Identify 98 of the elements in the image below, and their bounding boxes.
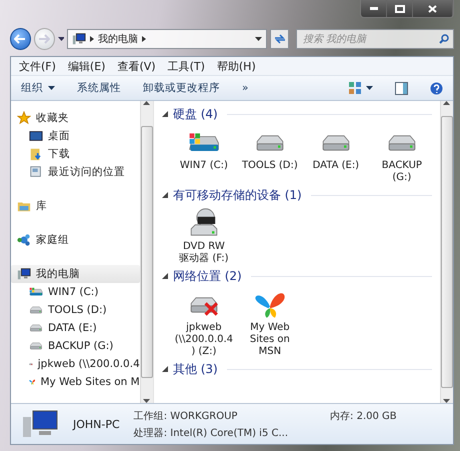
- nav-item[interactable]: 我的电脑: [11, 265, 140, 283]
- nav-item[interactable]: WIN7 (C:): [11, 283, 140, 301]
- search-icon: [438, 34, 449, 44]
- scrollbar[interactable]: [440, 101, 453, 403]
- nav-label: 我的电脑: [36, 267, 80, 281]
- maximize-icon: [394, 4, 404, 12]
- pane-icon: [395, 82, 408, 94]
- section-header[interactable]: 其他 (3): [162, 360, 432, 378]
- computer-name: JOHN-PC: [73, 418, 120, 430]
- recent-places-icon: [29, 165, 43, 179]
- view-grid-icon: [349, 82, 361, 94]
- menu-item[interactable]: 工具(T): [168, 58, 205, 74]
- toolbar-button[interactable]: 卸载或更改程序: [143, 81, 220, 95]
- nav-item[interactable]: jpkweb (\\200.0.0.4: [11, 355, 140, 373]
- section-title: 其他 (3): [172, 360, 218, 378]
- nav-item[interactable]: BACKUP (G:): [11, 337, 140, 355]
- toolbar-button[interactable]: 系统属性: [77, 81, 121, 95]
- section-header[interactable]: 硬盘 (4): [162, 105, 432, 123]
- caret-icon: [366, 86, 373, 90]
- drive-tile[interactable]: WIN7 (C:): [174, 127, 234, 184]
- view-options-button[interactable]: [349, 82, 373, 94]
- more-button[interactable]: »: [242, 82, 248, 94]
- drive-tile[interactable]: BACKUP (G:): [372, 127, 432, 184]
- nav-item[interactable]: 库: [11, 197, 140, 215]
- preview-pane-button[interactable]: [395, 82, 408, 94]
- nav-label: 收藏夹: [36, 111, 69, 125]
- status-field: 处理器: Intel(R) Core(TM) i5 C...: [134, 426, 288, 440]
- section-title: 硬盘 (4): [172, 106, 218, 122]
- nav-label: 桌面: [48, 129, 70, 143]
- refresh-icon: [274, 34, 286, 44]
- minimize-icon: [370, 7, 378, 10]
- back-button[interactable]: [10, 28, 31, 50]
- nav-item[interactable]: 收藏夹: [11, 109, 140, 127]
- address-bar[interactable]: 我的电脑: [67, 29, 268, 49]
- chevron-icon: [90, 36, 94, 42]
- section-header[interactable]: 有可移动存储的设备 (1): [162, 186, 432, 204]
- minimize-button[interactable]: [361, 0, 387, 17]
- nav-item[interactable]: DATA (E:): [11, 319, 140, 337]
- nav-label: 下载: [48, 147, 70, 161]
- close-button[interactable]: [413, 0, 453, 17]
- menu-item[interactable]: 文件(F): [19, 58, 56, 74]
- nav-item[interactable]: TOOLS (D:): [11, 301, 140, 319]
- drive-tile[interactable]: jpkweb (\\200.0.0.4) (Z:): [174, 289, 234, 358]
- nav-label: 最近访问的位置: [48, 165, 125, 179]
- tile-label: WIN7 (C:): [180, 160, 228, 172]
- nav-label: BACKUP (G:): [48, 340, 114, 352]
- arrow-left-icon: [14, 34, 26, 44]
- status-field: 工作组: WORKGROUP: [134, 408, 288, 422]
- caret-icon[interactable]: [58, 37, 64, 41]
- nav-label: WIN7 (C:): [48, 286, 98, 298]
- computer-icon: [17, 267, 31, 281]
- tile-label: DATA (E:): [312, 160, 360, 172]
- nav-item[interactable]: 下载: [11, 145, 140, 163]
- desktop-icon: [29, 129, 43, 143]
- computer-icon: [23, 409, 59, 439]
- maximize-button[interactable]: [387, 0, 413, 17]
- tile-label: TOOLS (D:): [242, 160, 298, 172]
- help-icon: [430, 82, 443, 94]
- star-icon: [17, 111, 31, 125]
- tile-label: BACKUP (G:): [380, 160, 423, 184]
- menu-item[interactable]: 查看(V): [117, 58, 156, 74]
- chevron-icon: [142, 36, 146, 42]
- nav-label: 库: [36, 199, 47, 213]
- drive-tile[interactable]: TOOLS (D:): [240, 127, 300, 184]
- nav-item[interactable]: 家庭组: [11, 231, 140, 249]
- scrollbar[interactable]: [140, 101, 153, 403]
- tile-label: DVD RW 驱动器 (F:): [178, 241, 230, 265]
- computer-icon: [72, 32, 86, 46]
- nav-label: 家庭组: [36, 233, 69, 247]
- refresh-button[interactable]: [270, 29, 289, 49]
- nav-item[interactable]: 桌面: [11, 127, 140, 145]
- nav-label: DATA (E:): [48, 322, 97, 334]
- drive-tile[interactable]: My Web Sites on MSN: [240, 289, 300, 358]
- arrow-right-icon: [38, 34, 50, 44]
- nav-label: jpkweb (\\200.0.0.4: [38, 358, 140, 370]
- tile-label: My Web Sites on MSN: [248, 322, 291, 358]
- download-folder-icon: [29, 147, 43, 161]
- nav-item[interactable]: 最近访问的位置: [11, 163, 140, 181]
- section-title: 有可移动存储的设备 (1): [172, 186, 302, 204]
- drive-tile[interactable]: DATA (E:): [306, 127, 366, 184]
- menu-item[interactable]: 帮助(H): [216, 58, 256, 74]
- nav-item[interactable]: My Web Sites on M: [11, 373, 140, 391]
- search-field[interactable]: 搜索 我的电脑: [296, 29, 454, 49]
- drive-tile[interactable]: DVD RW 驱动器 (F:): [174, 208, 234, 265]
- section-title: 网络位置 (2): [172, 268, 242, 284]
- tile-label: jpkweb (\\200.0.0.4) (Z:): [174, 322, 234, 358]
- breadcrumb[interactable]: 我的电脑: [98, 32, 138, 46]
- close-icon: [428, 4, 437, 12]
- section-header[interactable]: 网络位置 (2): [162, 267, 432, 285]
- menu-item[interactable]: 编辑(E): [68, 58, 106, 74]
- homegroup-icon: [17, 233, 31, 247]
- nav-label: TOOLS (D:): [48, 304, 107, 316]
- status-field: 内存: 2.00 GB: [330, 408, 397, 422]
- search-input[interactable]: 搜索 我的电脑: [300, 32, 439, 46]
- caret-icon: [255, 37, 262, 41]
- help-button[interactable]: [430, 82, 443, 94]
- nav-label: My Web Sites on M: [40, 376, 140, 388]
- toolbar-button[interactable]: 组织: [21, 81, 55, 95]
